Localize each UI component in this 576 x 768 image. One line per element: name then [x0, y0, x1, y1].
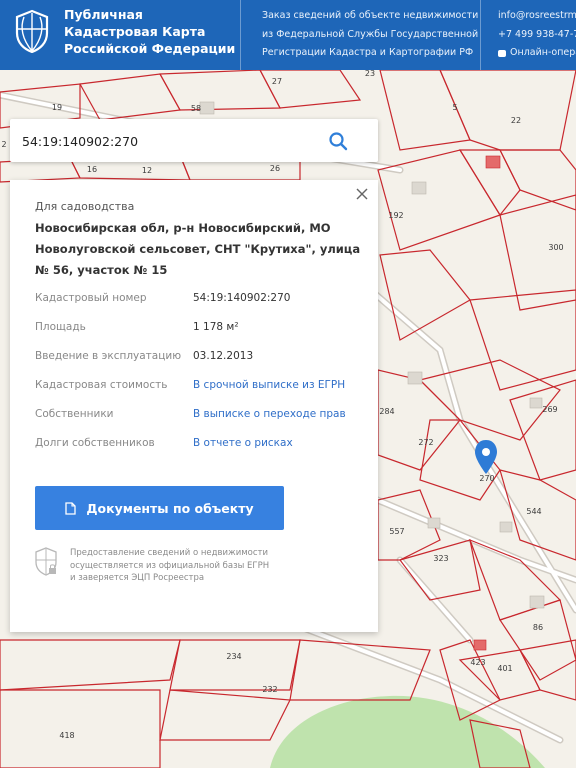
parcel-label: 86: [533, 623, 543, 632]
parcel-label: 19: [52, 103, 62, 112]
header-divider: [240, 0, 241, 70]
property-row-cadastral-value: Кадастровая стоимость В срочной выписке …: [35, 379, 375, 408]
egrn-disclaimer: Предоставление сведений о недвижимости о…: [70, 547, 300, 585]
order-info-line: Заказ сведений об объекте недвижимости: [262, 10, 479, 21]
site-title-line: Кадастровая Карта: [64, 24, 206, 39]
order-info: Заказ сведений об объекте недвижимости и…: [262, 7, 479, 63]
disclaimer-line: Предоставление сведений о недвижимости: [70, 548, 268, 558]
property-key: Кадастровая стоимость: [35, 379, 168, 391]
emblem-lock-icon: [35, 547, 57, 576]
documents-button-label: Документы по объекту: [86, 500, 254, 516]
site-title-line: Публичная: [64, 7, 143, 22]
property-row-owners: Собственники В выписке о переходе прав: [35, 408, 375, 437]
site-title-line: Российской Федерации: [64, 41, 236, 56]
online-operator-link[interactable]: Онлайн-опера: [498, 44, 576, 63]
parcel-label: 12: [142, 166, 152, 175]
property-row-owner-debts: Долги собственников В отчете о рисках: [35, 437, 375, 466]
site-title[interactable]: Публичная Кадастровая Карта Российской Ф…: [64, 6, 236, 57]
online-operator-label: Онлайн-опера: [510, 47, 576, 58]
property-list: Кадастровый номер 54:19:140902:270 Площа…: [35, 292, 375, 466]
parcel-label: 557: [389, 527, 404, 536]
property-row-cadastral-number: Кадастровый номер 54:19:140902:270: [35, 292, 375, 321]
parcel-info-card: Для садоводства Новосибирская обл, р-н Н…: [10, 180, 378, 632]
search-bar: [10, 119, 378, 162]
property-row-area: Площадь 1 178 м²: [35, 321, 375, 350]
parcel-label: 16: [87, 165, 97, 174]
order-info-line: Регистрации Кадастра и Картографии РФ: [262, 47, 474, 58]
header-divider: [480, 0, 481, 70]
property-value: 1 178 м²: [193, 321, 239, 333]
parcel-label: 58: [191, 104, 201, 113]
property-value: 03.12.2013: [193, 350, 254, 362]
parcel-label: 418: [59, 731, 74, 740]
parcel-label: 272: [418, 438, 433, 447]
parcel-label: 284: [379, 407, 394, 416]
address-line: Новосибирская обл, р-н Новосибирский, МО: [35, 221, 331, 235]
emblem-logo-icon[interactable]: [14, 9, 50, 53]
property-key: Кадастровый номер: [35, 292, 147, 304]
parcel-label: 2: [1, 140, 6, 149]
cadastral-value-link[interactable]: В срочной выписке из ЕГРН: [193, 379, 345, 391]
property-key: Собственники: [35, 408, 114, 420]
address-line: Новолуговской сельсовет, СНТ "Крутиха", …: [35, 242, 361, 256]
parcel-label: 27: [272, 77, 282, 86]
chat-icon: [498, 49, 506, 57]
disclaimer-line: осуществляется из официальной базы ЕГРН: [70, 560, 270, 571]
parcel-label: 270: [479, 474, 494, 483]
parcel-label: 232: [262, 685, 277, 694]
address-line: № 56, участок № 15: [35, 263, 168, 277]
close-icon[interactable]: [354, 186, 370, 202]
phone-link[interactable]: +7 499 938-47-72: [498, 26, 576, 45]
property-key: Введение в эксплуатацию: [35, 350, 182, 362]
parcel-label: 23: [365, 70, 375, 78]
property-row-commissioning-date: Введение в эксплуатацию 03.12.2013: [35, 350, 375, 379]
parcel-label: 26: [270, 164, 280, 173]
property-key: Долги собственников: [35, 437, 155, 449]
search-input[interactable]: [20, 129, 314, 153]
parcel-label: 401: [497, 664, 512, 673]
disclaimer-line: и заверяется ЭЦП Росреестра: [70, 573, 205, 583]
parcel-label: 423: [470, 658, 485, 667]
property-key: Площадь: [35, 321, 86, 333]
parcel-label: 192: [388, 211, 403, 220]
documents-button[interactable]: Документы по объекту: [35, 486, 284, 530]
parcel-label: 269: [542, 405, 557, 414]
parcel-label: 22: [511, 116, 521, 125]
order-info-line: из Федеральной Службы Государственной: [262, 28, 479, 40]
site-header: Публичная Кадастровая Карта Российской Ф…: [0, 0, 576, 70]
land-use-purpose: Для садоводства: [35, 200, 135, 213]
document-icon: [65, 501, 77, 515]
parcel-label: 234: [226, 652, 241, 661]
parcel-label: 300: [548, 243, 563, 252]
parcel-label: 5: [452, 103, 457, 112]
property-value: 54:19:140902:270: [193, 292, 291, 304]
contacts: info@rosreestrma +7 499 938-47-72 Онлайн…: [498, 7, 576, 63]
search-icon[interactable]: [328, 131, 348, 151]
owner-debts-link[interactable]: В отчете о рисках: [193, 437, 293, 449]
parcel-label: 544: [526, 507, 541, 516]
parcel-label: 323: [433, 554, 448, 563]
owners-link[interactable]: В выписке о переходе прав: [193, 408, 346, 420]
email-link[interactable]: info@rosreestrma: [498, 7, 576, 26]
parcel-address: Новосибирская обл, р-н Новосибирский, МО…: [35, 218, 365, 281]
